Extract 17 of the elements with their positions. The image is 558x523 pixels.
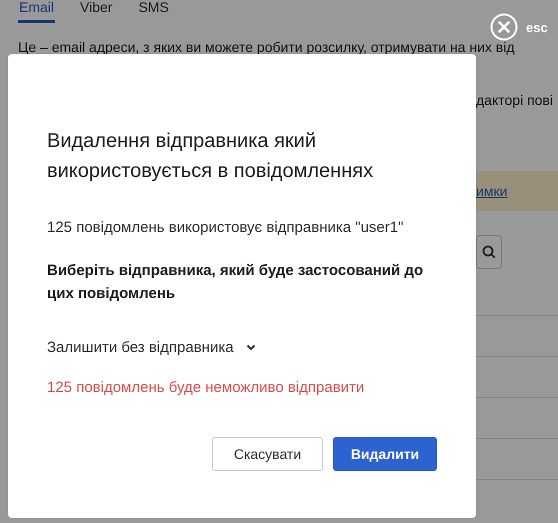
sender-dropdown[interactable]: Залишити без відправника [47,339,256,356]
search-icon [482,245,496,259]
warning-text: 125 повідомлень буде неможливо відправити [47,379,366,396]
chevron-down-icon [246,344,256,351]
search-button[interactable] [476,235,502,269]
info-text: 125 повідомлень використовує відправника "user1" [47,219,404,236]
close-icon[interactable] [490,13,518,41]
editor-note-text: дакторі пові [476,92,554,108]
tab[interactable]: SMS [137,0,170,23]
delete-button[interactable]: Видалити [333,437,437,471]
intro-text: Це – email адреси, з яких ви можете робити розсилку, отримувати на них від [18,39,516,55]
tab[interactable]: Email [18,0,56,23]
prompt-text: Виберіть відправника, який буде застосований до цих повідомлень [47,261,424,304]
cancel-button[interactable]: Скасувати [212,437,323,471]
dialog-title: Видалення відправника який використовується в повідомленнях [47,129,374,184]
tab[interactable]: Viber [79,0,114,23]
banner-link[interactable]: имки [476,183,508,199]
